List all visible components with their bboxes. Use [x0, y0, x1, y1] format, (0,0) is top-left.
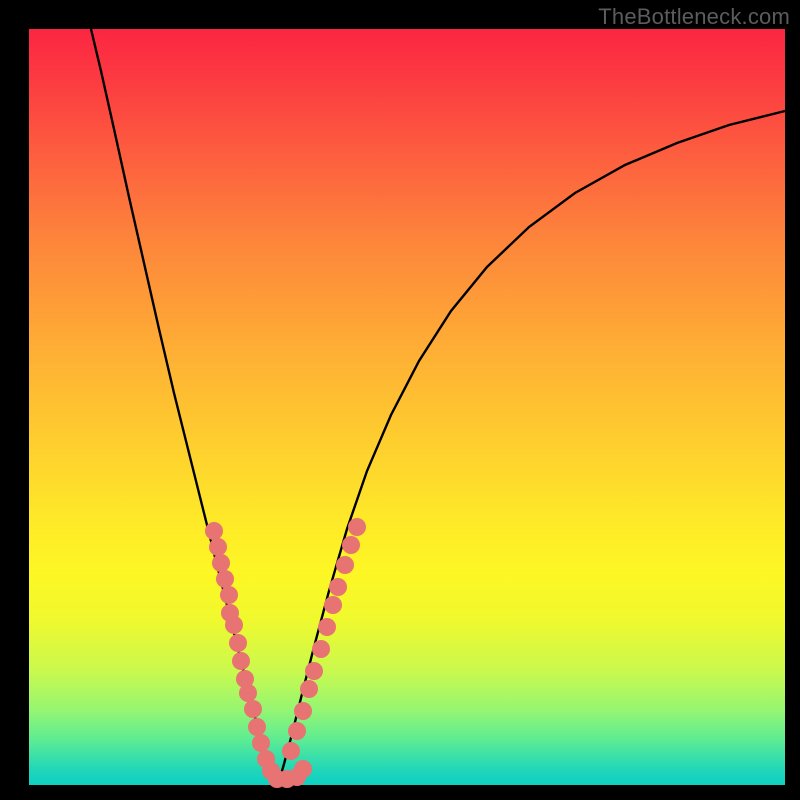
- data-dot: [216, 570, 234, 588]
- chart-frame: TheBottleneck.com: [0, 0, 800, 800]
- data-dot: [348, 518, 366, 536]
- data-dot: [288, 722, 306, 740]
- watermark-text: TheBottleneck.com: [598, 4, 790, 30]
- data-dot: [324, 596, 342, 614]
- data-dot: [294, 702, 312, 720]
- data-dot: [282, 742, 300, 760]
- data-dot: [252, 734, 270, 752]
- right-curve: [278, 111, 785, 785]
- data-dot: [336, 556, 354, 574]
- data-dot: [294, 760, 312, 778]
- data-dot: [212, 554, 230, 572]
- data-dot: [300, 680, 318, 698]
- data-dot: [229, 634, 247, 652]
- data-dot: [248, 718, 266, 736]
- data-dot: [239, 684, 257, 702]
- data-dot: [209, 538, 227, 556]
- data-dot: [205, 522, 223, 540]
- data-dot: [225, 616, 243, 634]
- data-dots: [205, 518, 366, 788]
- data-dot: [318, 618, 336, 636]
- data-dot: [220, 586, 238, 604]
- data-dot: [232, 652, 250, 670]
- data-dot: [244, 700, 262, 718]
- data-dot: [305, 662, 323, 680]
- chart-svg: [29, 29, 785, 785]
- data-dot: [329, 578, 347, 596]
- data-dot: [312, 640, 330, 658]
- data-dot: [342, 536, 360, 554]
